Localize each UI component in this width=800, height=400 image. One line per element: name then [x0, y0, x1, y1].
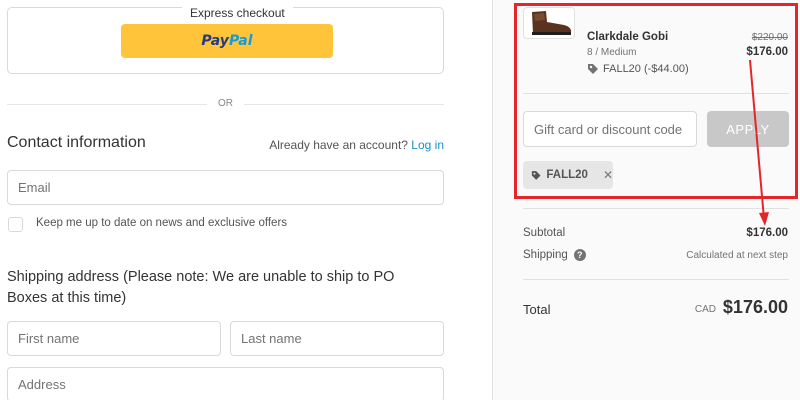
address-placeholder: Address	[18, 377, 66, 392]
product-original-price: $220.00	[751, 32, 788, 43]
or-divider: OR	[7, 97, 444, 111]
shipping-label-row: Shipping ?	[523, 249, 586, 261]
tag-icon	[588, 64, 598, 74]
help-icon[interactable]: ?	[573, 249, 586, 261]
applied-discount-code: FALL20	[546, 169, 588, 181]
email-field[interactable]: Email	[7, 170, 444, 205]
newsletter-label: Keep me up to date on news and exclusive…	[36, 217, 288, 229]
total-label: Total	[523, 302, 551, 317]
subtotal-value: $176.00	[746, 227, 788, 239]
paypal-logo-pay: Pay	[201, 33, 229, 49]
have-account-text: Already have an account?	[269, 138, 412, 152]
or-text: OR	[218, 98, 233, 109]
login-prompt: Already have an account? Log in	[269, 138, 444, 152]
first-name-placeholder: First name	[18, 331, 80, 346]
apply-button[interactable]: APPLY	[707, 111, 789, 147]
product-variant: 8 / Medium	[587, 47, 637, 58]
close-icon[interactable]: ✕	[603, 168, 613, 182]
checkout-main: Express checkout Pay Pal OR Contact infor…	[0, 0, 492, 400]
discount-code-input[interactable]: Gift card or discount code	[523, 111, 697, 147]
subtotal-label: Subtotal	[523, 227, 566, 239]
address-field[interactable]: Address	[7, 367, 444, 400]
summary-divider	[523, 93, 789, 94]
total-value: $176.00	[722, 297, 788, 317]
login-link[interactable]: Log in	[411, 138, 444, 152]
shipping-address-title: Shipping address (Please note: We are un…	[7, 269, 395, 306]
discount-code-placeholder: Gift card or discount code	[534, 121, 683, 137]
summary-divider	[523, 279, 789, 280]
product-thumbnail	[523, 7, 575, 39]
or-line-left	[7, 104, 207, 105]
shipping-label: Shipping	[523, 249, 568, 261]
express-checkout-box: Express checkout Pay Pal	[7, 7, 444, 74]
last-name-placeholder: Last name	[241, 331, 302, 346]
email-placeholder: Email	[18, 180, 51, 195]
first-name-field[interactable]: First name	[7, 321, 221, 356]
paypal-button[interactable]: Pay Pal	[121, 24, 333, 58]
last-name-field[interactable]: Last name	[230, 321, 444, 356]
applied-discount-chip: FALL20 ✕	[523, 161, 613, 189]
product-price: $176.00	[746, 46, 788, 58]
order-summary: Clarkdale Gobi 8 / Medium FALL20 (-$44.0…	[492, 0, 800, 400]
shipping-value: Calculated at next step	[686, 250, 788, 261]
paypal-logo-pal: Pal	[228, 33, 253, 49]
product-name: Clarkdale Gobi	[587, 31, 669, 43]
contact-information-title: Contact information	[7, 134, 146, 151]
boot-image	[532, 11, 572, 35]
summary-divider	[523, 208, 789, 209]
total-currency: CAD	[694, 304, 716, 315]
product-discount-text: FALL20 (-$44.00)	[603, 63, 689, 75]
product-discount: FALL20 (-$44.00)	[587, 63, 689, 75]
newsletter-checkbox[interactable]	[8, 217, 23, 232]
express-checkout-title: Express checkout	[182, 7, 293, 19]
or-line-right	[244, 104, 444, 105]
tag-icon	[531, 170, 541, 180]
